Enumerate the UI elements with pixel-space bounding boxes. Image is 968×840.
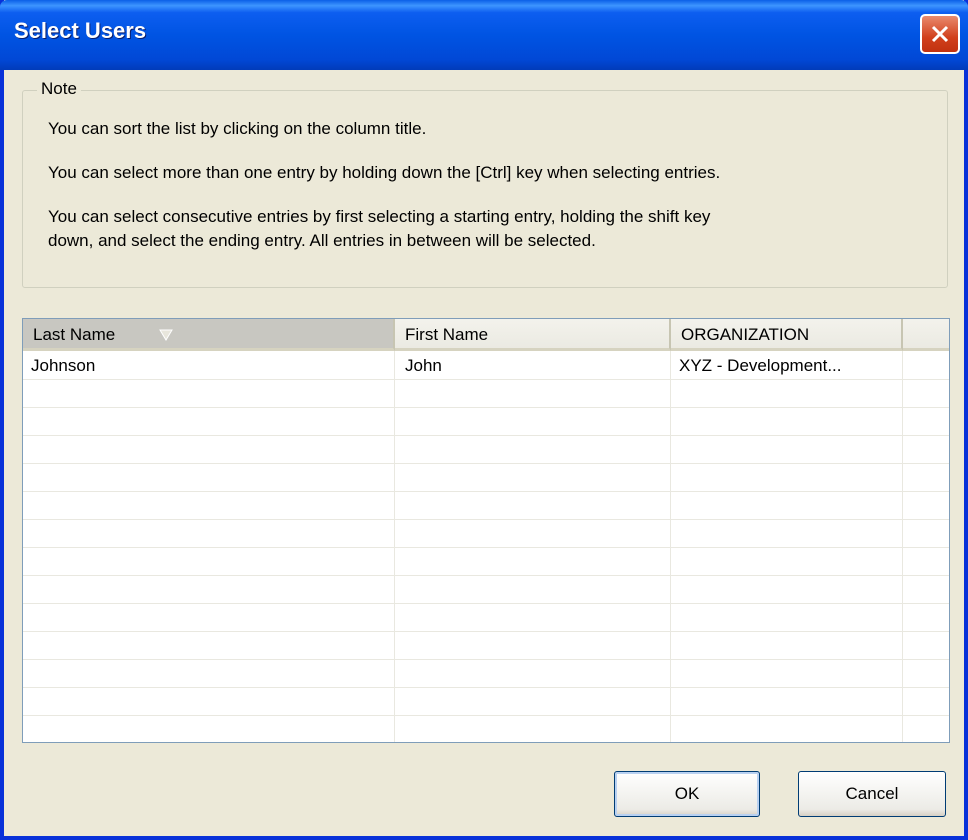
window-title: Select Users <box>14 18 147 43</box>
users-list[interactable]: Last Name First Name ORGANIZATION Johnso… <box>22 318 950 743</box>
cell-organization: XYZ - Development... <box>679 356 842 375</box>
column-header-label: Last Name <box>33 325 116 344</box>
column-header-last-name[interactable]: Last Name <box>23 319 395 351</box>
note-line-range-select-1: You can select consecutive entries by fi… <box>48 207 711 226</box>
empty-row <box>23 687 949 716</box>
empty-row <box>23 547 949 576</box>
table-row[interactable]: Johnson John XYZ - Development... <box>23 351 949 380</box>
sort-descending-icon <box>159 329 173 341</box>
note-line-sort: You can sort the list by clicking on the… <box>48 119 427 138</box>
empty-row <box>23 407 949 436</box>
empty-row <box>23 379 949 408</box>
cancel-button[interactable]: Cancel <box>798 771 946 817</box>
close-button[interactable] <box>920 14 960 54</box>
title-bar[interactable]: Select Users <box>0 0 968 70</box>
empty-row <box>23 631 949 660</box>
cell-last-name: Johnson <box>31 356 96 375</box>
note-line-multi-select: You can select more than one entry by ho… <box>48 163 721 182</box>
empty-row <box>23 435 949 464</box>
empty-row <box>23 491 949 520</box>
ok-button[interactable]: OK <box>614 771 760 817</box>
empty-row <box>23 519 949 548</box>
close-icon <box>931 25 949 43</box>
note-label: Note <box>37 79 81 99</box>
column-header-first-name[interactable]: First Name <box>395 319 671 351</box>
note-line-range-select-2: down, and select the ending entry. All e… <box>48 231 596 250</box>
cell-first-name: John <box>405 356 442 375</box>
empty-row <box>23 659 949 688</box>
empty-row <box>23 463 949 492</box>
empty-row <box>23 575 949 604</box>
column-header-filler <box>903 319 949 351</box>
column-header-label: ORGANIZATION <box>681 325 810 344</box>
empty-row <box>23 715 949 742</box>
empty-row <box>23 603 949 632</box>
column-header-label: First Name <box>405 325 489 344</box>
column-header-organization[interactable]: ORGANIZATION <box>671 319 903 351</box>
